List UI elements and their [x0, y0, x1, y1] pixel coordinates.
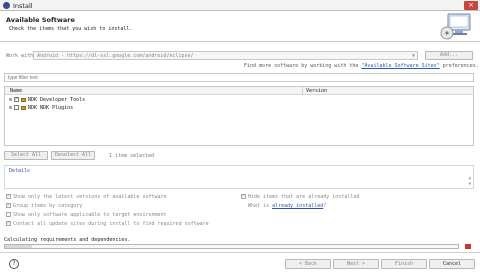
- finish-button[interactable]: Finish: [381, 259, 427, 269]
- option-contact-label: Contact all update sites during install …: [13, 221, 209, 227]
- column-version-header[interactable]: Version: [306, 88, 327, 94]
- option-applicable-label: Show only software applicable to target …: [13, 212, 167, 218]
- wizard-header: Available Software Check the items that …: [0, 11, 480, 42]
- package-icon: [21, 97, 26, 102]
- option-hide-installed[interactable]: Hide items that are already installed: [241, 193, 360, 200]
- scroll-down-icon[interactable]: ▼: [469, 181, 471, 186]
- work-with-value: Android - https://dl-ssl.google.com/andr…: [37, 53, 194, 59]
- tree-header: Name Version: [5, 87, 473, 95]
- tree-item-checkbox[interactable]: [14, 96, 19, 102]
- checkbox-hide-installed[interactable]: [241, 193, 246, 199]
- work-with-label: Work with:: [6, 53, 37, 59]
- selection-count: 1 item selected: [109, 153, 155, 159]
- close-button[interactable]: ×: [464, 1, 478, 10]
- page-title: Available Software: [6, 16, 75, 24]
- option-contact-sites[interactable]: Contact all update sites during install …: [6, 220, 209, 227]
- install-banner-icon: [440, 13, 471, 40]
- option-latest-versions[interactable]: Show only the latest versions of availab…: [6, 193, 167, 200]
- option-group-label: Group items by category: [13, 203, 83, 209]
- title-bar: Install ×: [0, 0, 480, 11]
- software-tree[interactable]: Name Version ⊞NDK Developer Tools ⊞NDK N…: [4, 86, 474, 146]
- status-message: Calculating requirements and dependencie…: [4, 237, 131, 243]
- find-more-suffix: preferences.: [439, 63, 479, 69]
- tree-item-label: NDK NDK Plugins: [28, 105, 74, 111]
- tree-item-label: NDK Developer Tools: [28, 97, 86, 103]
- add-site-button[interactable]: Add...: [425, 51, 473, 60]
- details-pane: Details ▲ ▼: [4, 165, 474, 189]
- option-applicable-only[interactable]: Show only software applicable to target …: [6, 212, 167, 218]
- chevron-down-icon[interactable]: ▼: [412, 53, 415, 59]
- tree-item-checkbox[interactable]: [14, 105, 19, 110]
- next-button[interactable]: Next >: [333, 259, 379, 269]
- progress-fill: [5, 245, 33, 248]
- checkbox-contact[interactable]: [6, 220, 11, 226]
- find-more-text: Find more software by working with the "…: [244, 63, 479, 69]
- what-prefix: What is: [248, 203, 273, 209]
- scroll-up-icon[interactable]: ▲: [469, 175, 471, 180]
- already-installed-link[interactable]: already installed: [272, 203, 323, 209]
- select-all-button[interactable]: Select All: [4, 151, 48, 160]
- tree-item-ndk-plugins[interactable]: ⊞ NDK NDK Plugins: [9, 105, 73, 111]
- filter-input[interactable]: [4, 73, 474, 82]
- column-divider[interactable]: [302, 87, 303, 95]
- column-name-header[interactable]: Name: [10, 88, 22, 94]
- cancel-button[interactable]: Cancel: [429, 259, 475, 269]
- option-latest-label: Show only the latest versions of availab…: [13, 194, 167, 200]
- what-installed-text: What is already installed?: [248, 203, 326, 209]
- footer-divider: [0, 252, 480, 253]
- page-subtitle: Check the items that you wish to install…: [9, 26, 133, 32]
- checkbox-applicable[interactable]: [6, 212, 11, 217]
- stop-icon[interactable]: [465, 244, 471, 249]
- details-label: Details: [9, 168, 31, 174]
- window-title: Install: [13, 2, 33, 10]
- option-hide-installed-label: Hide items that are already installed: [248, 194, 360, 200]
- find-more-prefix: Find more software by working with the: [244, 63, 362, 69]
- checkbox-latest[interactable]: [6, 193, 11, 199]
- back-button[interactable]: < Back: [285, 259, 331, 269]
- option-group-by-category[interactable]: Group items by category: [6, 202, 83, 209]
- deselect-all-button[interactable]: Deselect All: [51, 151, 95, 160]
- what-suffix: ?: [323, 203, 327, 209]
- eclipse-icon: [3, 2, 10, 9]
- available-sites-link[interactable]: "Available Software Sites": [361, 63, 439, 69]
- help-icon[interactable]: ?: [9, 259, 19, 269]
- checkbox-group[interactable]: [6, 202, 11, 208]
- progress-bar: [4, 244, 459, 249]
- work-with-combo[interactable]: Android - https://dl-ssl.google.com/andr…: [33, 51, 418, 60]
- package-icon: [21, 105, 26, 110]
- tree-item-ndk-developer-tools[interactable]: ⊞NDK Developer Tools: [9, 96, 86, 103]
